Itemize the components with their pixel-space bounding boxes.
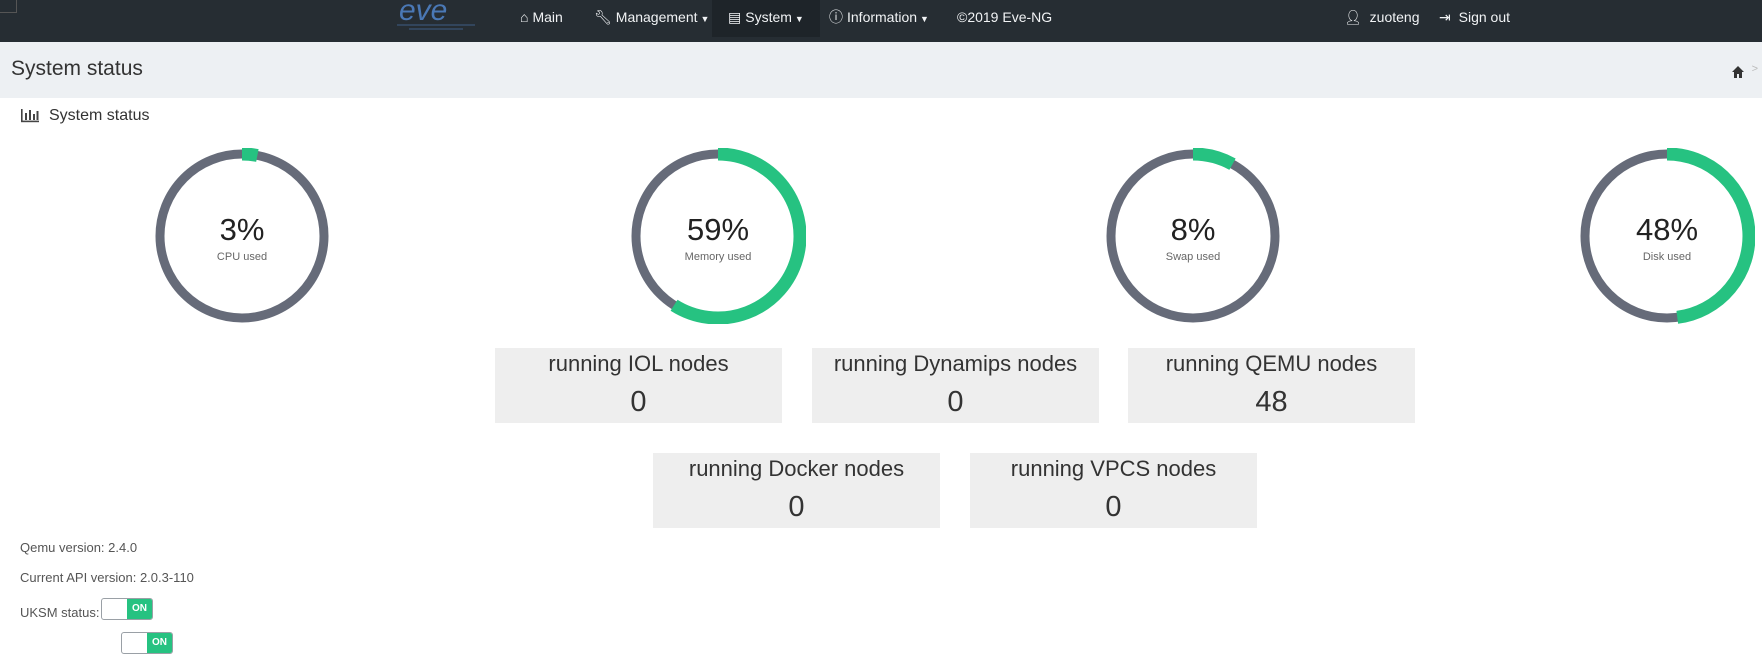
home-icon: ⌂ xyxy=(520,9,529,25)
caret-down-icon: ▼ xyxy=(920,14,929,24)
svg-text:eve: eve xyxy=(399,0,447,27)
panel-title: System status xyxy=(49,107,150,124)
nav-copyright-label: ©2019 Eve-NG xyxy=(957,9,1053,25)
bar-chart-icon xyxy=(21,109,39,123)
nav-main[interactable]: ⌂ Main xyxy=(520,0,563,37)
dynamips-nodes-label: running Dynamips nodes xyxy=(833,351,1078,376)
nav-system-label: System xyxy=(745,9,792,25)
second-toggle-on: ON xyxy=(147,633,172,653)
iol-nodes-box: running IOL nodes 0 xyxy=(495,348,782,423)
page-header xyxy=(0,42,1762,98)
cpu-gauge-label: CPU used xyxy=(216,251,268,263)
memory-gauge: 59% Memory used xyxy=(630,148,806,324)
second-toggle[interactable]: ON xyxy=(121,632,173,654)
memory-gauge-value: 59% xyxy=(686,212,750,247)
dynamips-nodes-box: running Dynamips nodes 0 xyxy=(812,348,1099,423)
docker-nodes-label: running Docker nodes xyxy=(688,456,905,481)
qemu-version: Qemu version: 2.4.0 xyxy=(20,540,138,555)
vpcs-nodes-box: running VPCS nodes 0 xyxy=(970,453,1257,528)
dynamips-nodes-count: 0 xyxy=(947,386,964,418)
vpcs-nodes-label: running VPCS nodes xyxy=(1010,456,1217,481)
uksm-toggle[interactable]: ON xyxy=(101,598,153,620)
disk-gauge: 48% Disk used xyxy=(1579,148,1755,324)
page-title: System status xyxy=(11,57,143,80)
breadcrumb-separator: > xyxy=(1751,63,1758,75)
gauge-fill-arc xyxy=(1192,148,1236,170)
nav-signout-label: Sign out xyxy=(1458,9,1510,25)
qemu-nodes-box: running QEMU nodes 48 xyxy=(1128,348,1415,423)
sign-out-icon: ⇥ xyxy=(1439,9,1451,25)
memory-gauge-label: Memory used xyxy=(684,251,752,263)
qemu-nodes-count: 48 xyxy=(1255,386,1288,418)
info-icon: ⓘ xyxy=(829,9,843,25)
eve-logo[interactable]: eve xyxy=(393,0,481,38)
nav-main-label: Main xyxy=(532,9,563,25)
nav-information[interactable]: ⓘ Information ▼ xyxy=(829,0,929,37)
nav-signout[interactable]: ⇥ Sign out xyxy=(1439,0,1510,37)
swap-gauge: 8% Swap used xyxy=(1105,148,1281,324)
user-icon: 👤︎ xyxy=(1344,9,1362,25)
disk-gauge-label: Disk used xyxy=(1642,251,1692,263)
api-version: Current API version: 2.0.3-110 xyxy=(20,570,194,585)
iol-nodes-count: 0 xyxy=(630,386,647,418)
book-icon: ▤ xyxy=(728,9,742,25)
uksm-status-label: UKSM status: xyxy=(20,605,100,620)
swap-gauge-label: Swap used xyxy=(1165,251,1221,263)
top-navbar: eve ⌂ Main 🔧︎ Management ▼ ▤ System ▼ ⓘ Inform… xyxy=(0,0,1762,42)
cpu-gauge-value: 3% xyxy=(219,212,265,247)
iol-nodes-label: running IOL nodes xyxy=(548,351,729,376)
swap-gauge-value: 8% xyxy=(1170,212,1216,247)
gauge-fill-arc xyxy=(241,148,259,162)
caret-down-icon: ▼ xyxy=(700,14,710,24)
docker-nodes-box: running Docker nodes 0 xyxy=(653,453,940,528)
docker-nodes-count: 0 xyxy=(788,491,805,523)
nav-user[interactable]: 👤︎ zuoteng xyxy=(1344,0,1420,37)
nav-copyright[interactable]: ©2019 Eve-NG xyxy=(957,0,1052,37)
vpcs-nodes-count: 0 xyxy=(1105,491,1122,523)
nav-management-label: Management xyxy=(615,9,698,25)
wrench-icon: 🔧︎ xyxy=(594,9,612,25)
breadcrumb-home-icon[interactable] xyxy=(1731,65,1745,79)
cpu-gauge: 3% CPU used xyxy=(154,148,330,324)
nav-user-label: zuoteng xyxy=(1369,9,1420,25)
uksm-toggle-on: ON xyxy=(127,599,152,619)
caret-down-icon: ▼ xyxy=(794,14,804,24)
window-corner xyxy=(0,0,17,13)
qemu-nodes-label: running QEMU nodes xyxy=(1165,351,1378,376)
nav-system[interactable]: ▤ System ▼ xyxy=(712,0,820,37)
disk-gauge-value: 48% xyxy=(1635,212,1699,247)
nav-information-label: Information xyxy=(847,9,918,25)
nav-management[interactable]: 🔧︎ Management ▼ xyxy=(594,0,709,37)
